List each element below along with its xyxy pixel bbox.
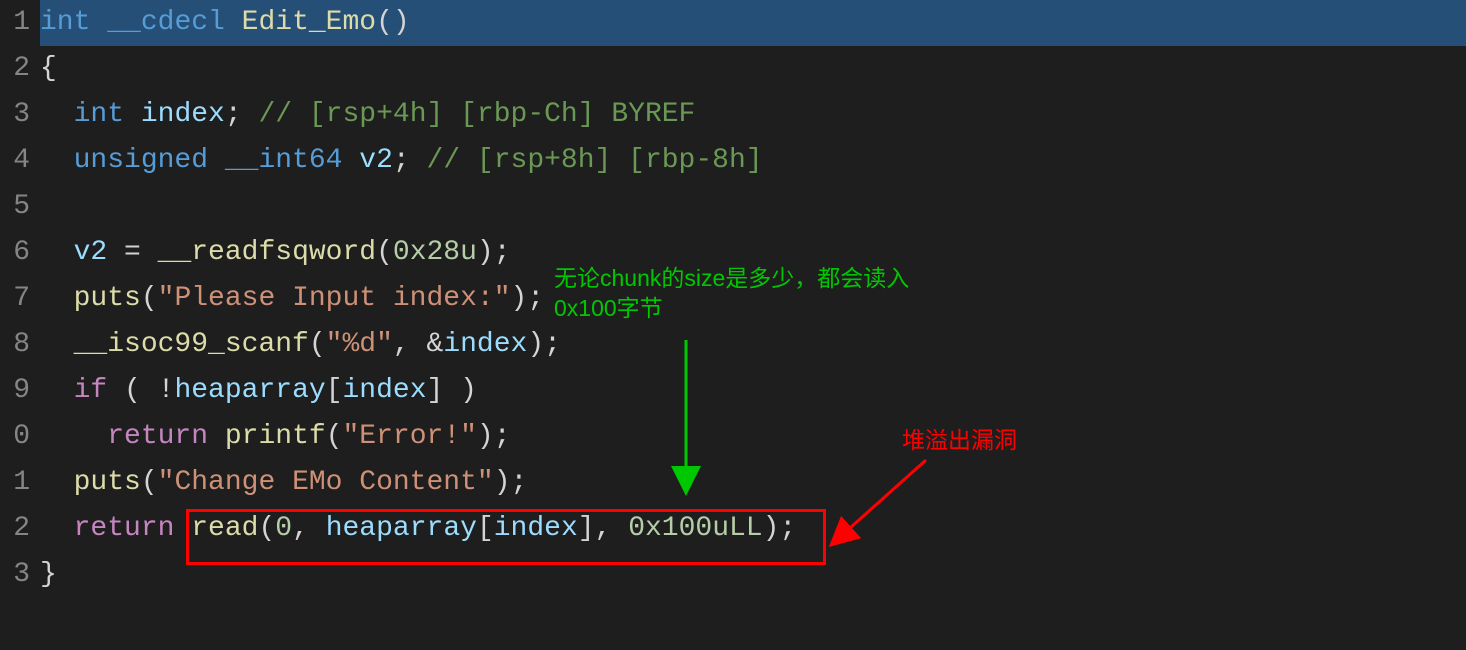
keyword-return: return: [74, 513, 175, 544]
line-number: 5: [0, 184, 30, 230]
line-number: 7: [0, 276, 30, 322]
line-number: 6: [0, 230, 30, 276]
line-number-gutter: 1 2 3 4 5 6 7 8 9 0 1 2 3: [0, 0, 36, 650]
number-literal: 0: [275, 513, 292, 544]
code-line-9[interactable]: if ( !heaparray[index] ): [40, 368, 1466, 414]
comment: // [rsp+8h] [rbp-8h]: [410, 145, 763, 176]
string-literal: "Change EMo Content": [158, 467, 494, 498]
parentheses: (): [376, 7, 410, 38]
keyword-int: int: [40, 7, 90, 38]
string-literal: "Error!": [343, 421, 477, 452]
code-line-8[interactable]: __isoc99_scanf("%d", &index);: [40, 322, 1466, 368]
keyword-return: return: [107, 421, 208, 452]
comment: // [rsp+4h] [rbp-Ch] BYREF: [242, 99, 696, 130]
keyword-unsigned: unsigned: [74, 145, 208, 176]
keyword-if: if: [74, 375, 108, 406]
function-readfsqword: __readfsqword: [158, 237, 376, 268]
code-line-2[interactable]: {: [40, 46, 1466, 92]
brace-close: }: [40, 559, 57, 590]
function-puts: puts: [74, 467, 141, 498]
annotation-green-comment: 无论chunk的size是多少，都会读入 0x100字节: [554, 263, 909, 323]
code-line-10[interactable]: return printf("Error!");: [40, 414, 1466, 460]
line-number: 2: [0, 506, 30, 552]
variable-v2: v2: [74, 237, 108, 268]
code-editor[interactable]: 1 2 3 4 5 6 7 8 9 0 1 2 3 int __cdecl Ed…: [0, 0, 1466, 650]
string-literal: "%d": [326, 329, 393, 360]
keyword-int: int: [74, 99, 124, 130]
code-line-1[interactable]: int __cdecl Edit_Emo(): [40, 0, 1466, 46]
number-literal: 0x100uLL: [628, 513, 762, 544]
code-line-13[interactable]: }: [40, 552, 1466, 598]
annotation-red-label: 堆溢出漏洞: [902, 425, 1017, 455]
function-printf: printf: [225, 421, 326, 452]
line-number: 1: [0, 460, 30, 506]
variable-index: index: [141, 99, 225, 130]
code-line-12[interactable]: return read(0, heaparray[index], 0x100uL…: [40, 506, 1466, 552]
variable-v2: v2: [359, 145, 393, 176]
code-line-5[interactable]: [40, 184, 1466, 230]
variable-index: index: [443, 329, 527, 360]
brace-open: {: [40, 53, 57, 84]
variable-index: index: [494, 513, 578, 544]
number-literal: 0x28u: [393, 237, 477, 268]
variable-heaparray: heaparray: [174, 375, 325, 406]
code-line-11[interactable]: puts("Change EMo Content");: [40, 460, 1466, 506]
keyword-cdecl: __cdecl: [107, 7, 225, 38]
function-puts: puts: [74, 283, 141, 314]
keyword-int64: __int64: [225, 145, 343, 176]
code-line-3[interactable]: int index; // [rsp+4h] [rbp-Ch] BYREF: [40, 92, 1466, 138]
function-name: Edit_Emo: [242, 7, 376, 38]
line-number: 2: [0, 46, 30, 92]
code-area[interactable]: int __cdecl Edit_Emo() { int index; // […: [36, 0, 1466, 650]
string-literal: "Please Input index:": [158, 283, 511, 314]
function-scanf: __isoc99_scanf: [74, 329, 309, 360]
line-number: 8: [0, 322, 30, 368]
variable-heaparray: heaparray: [326, 513, 477, 544]
line-number: 3: [0, 92, 30, 138]
code-line-4[interactable]: unsigned __int64 v2; // [rsp+8h] [rbp-8h…: [40, 138, 1466, 184]
line-number: 1: [0, 0, 30, 46]
function-read: read: [191, 513, 258, 544]
line-number: 4: [0, 138, 30, 184]
line-number: 3: [0, 552, 30, 598]
line-number: 9: [0, 368, 30, 414]
line-number: 0: [0, 414, 30, 460]
variable-index: index: [343, 375, 427, 406]
